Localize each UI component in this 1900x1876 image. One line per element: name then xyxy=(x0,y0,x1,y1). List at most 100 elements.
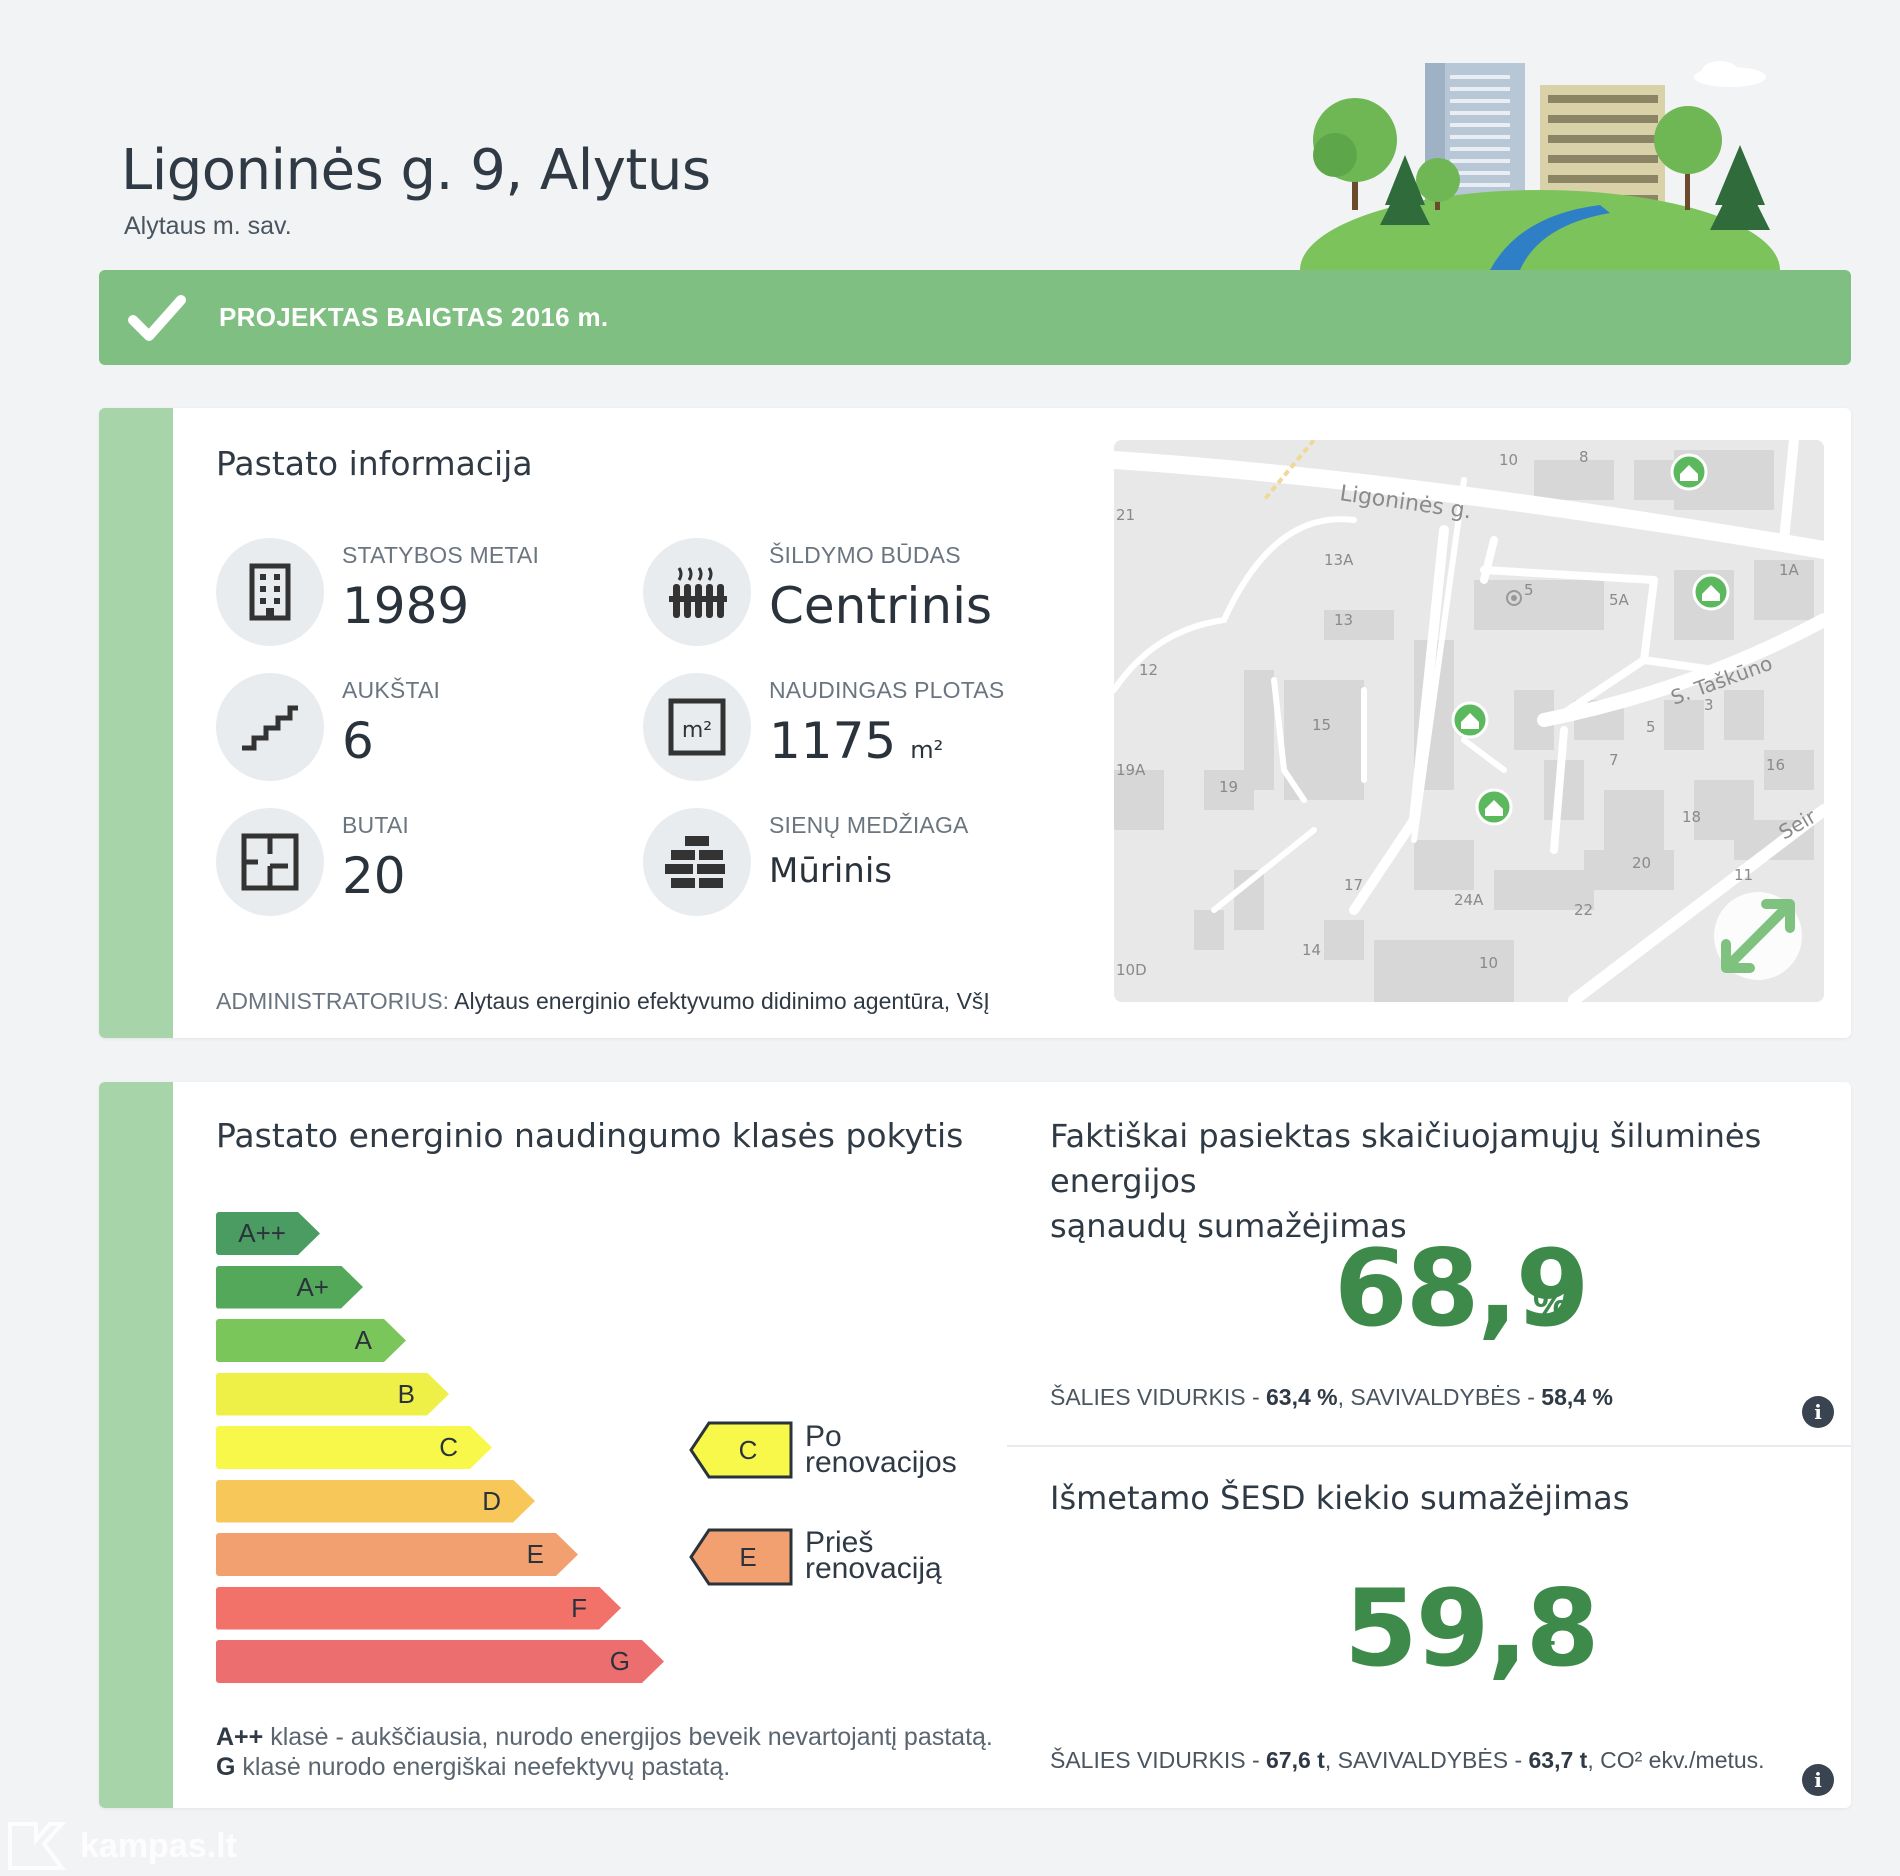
info-value: Mūrinis xyxy=(769,851,893,891)
before-label-line: renovaciją xyxy=(805,1552,942,1585)
emission-title: Išmetamo ŠESD kiekio sumažėjimas xyxy=(1050,1479,1630,1517)
building-info-title: Pastato informacija xyxy=(216,444,533,483)
floorplan-icon xyxy=(216,808,324,916)
before-renovation-label: Prieš renovaciją xyxy=(805,1528,942,1585)
map-house-number: 10 xyxy=(1479,954,1498,972)
page-subtitle: Alytaus m. sav. xyxy=(124,212,292,240)
map-house-number: 12 xyxy=(1139,661,1158,679)
energy-class-bar: B xyxy=(216,1373,449,1416)
info-label: BUTAI xyxy=(342,812,410,838)
svg-text:m²: m² xyxy=(682,718,712,743)
info-value: 20 xyxy=(342,847,406,905)
energy-class-bar: C xyxy=(216,1426,492,1469)
map-house-number: 21 xyxy=(1116,506,1135,524)
building-icon xyxy=(216,538,324,646)
emission-averages: ŠALIES VIDURKIS - 67,6 t, SAVIVALDYBĖS -… xyxy=(1050,1747,1765,1774)
map-house-number: 10 xyxy=(1499,451,1518,469)
note-text: klasė nurodo energiškai neefektyvų pasta… xyxy=(242,1753,731,1781)
avg-value: 63,4 % xyxy=(1266,1384,1338,1410)
map-house-marker-icon[interactable] xyxy=(1670,453,1708,491)
card-accent-stripe xyxy=(99,408,173,1038)
energy-class-title: Pastato energinio naudingumo klasės poky… xyxy=(216,1116,964,1155)
info-label: STATYBOS METAI xyxy=(342,542,540,568)
location-map[interactable]: Ligoninės g. S. Taškūno Seir 10 8 21 13A… xyxy=(1114,440,1824,1002)
page-title: Ligoninės g. 9, Alytus xyxy=(121,138,711,203)
administrator-value: Alytaus energinio efektyvumo didinimo ag… xyxy=(454,988,990,1014)
map-house-number: 10D xyxy=(1116,961,1147,979)
map-house-number: 13A xyxy=(1324,551,1354,569)
before-renovation-marker: E xyxy=(689,1528,793,1586)
map-house-marker-icon[interactable] xyxy=(1692,573,1730,611)
note-text: klasė - aukščiausia, nurodo energijos be… xyxy=(270,1723,993,1751)
energy-class-bar: G xyxy=(216,1640,664,1683)
energy-class-note: A++ klasė - aukščiausia, nurodo energijo… xyxy=(216,1722,993,1782)
title-line: Faktiškai pasiektas skaičiuojamųjų šilum… xyxy=(1050,1117,1762,1200)
map-house-marker-icon[interactable] xyxy=(1451,701,1489,739)
administrator-label: ADMINISTRATORIUS: xyxy=(216,988,449,1014)
after-class-value: C xyxy=(738,1434,758,1465)
energy-class-bar: A+ xyxy=(216,1266,363,1309)
info-label: AUKŠTAI xyxy=(342,677,441,703)
map-house-number: 14 xyxy=(1302,941,1321,959)
map-house-marker-icon[interactable] xyxy=(1475,788,1513,826)
info-value: 6 xyxy=(342,712,374,770)
after-renovation-marker: C xyxy=(689,1421,793,1479)
energy-class-bar: A xyxy=(216,1319,406,1362)
info-area: m² NAUDINGAS PLOTAS 1175 m² xyxy=(643,673,1004,781)
before-class-value: E xyxy=(739,1541,757,1572)
info-build-year: STATYBOS METAI 1989 xyxy=(216,538,539,646)
stairs-icon xyxy=(216,673,324,781)
info-icon[interactable]: i xyxy=(1802,1396,1834,1428)
avg-value: 67,6 t xyxy=(1266,1747,1325,1773)
info-icon[interactable]: i xyxy=(1802,1764,1834,1796)
energy-class-bar: F xyxy=(216,1587,621,1630)
after-renovation-label: Po renovacijos xyxy=(805,1422,957,1479)
map-house-number: 1A xyxy=(1779,561,1800,579)
emission-unit: t xyxy=(1542,1627,1556,1671)
note-bold: A++ xyxy=(216,1723,264,1751)
map-house-number: 7 xyxy=(1609,751,1619,769)
avg-label: ŠALIES VIDURKIS - xyxy=(1050,1384,1267,1410)
expand-map-button[interactable] xyxy=(1714,892,1802,980)
map-house-number: 3 xyxy=(1704,696,1714,714)
city-illustration xyxy=(1290,55,1810,350)
area-value: 1175 xyxy=(769,712,897,770)
info-value: 1989 xyxy=(342,577,470,635)
map-house-number: 5A xyxy=(1609,591,1630,609)
map-house-number: 8 xyxy=(1579,448,1589,466)
map-house-number: 16 xyxy=(1766,756,1785,774)
kampas-logo-icon xyxy=(8,1822,66,1870)
info-label: ŠILDYMO BŪDAS xyxy=(769,542,961,568)
info-heating: ŠILDYMO BŪDAS Centrinis xyxy=(643,538,992,646)
watermark: kampas.lt xyxy=(6,1820,237,1872)
map-house-number: 22 xyxy=(1574,901,1593,919)
energy-card: Pastato energinio naudingumo klasės poky… xyxy=(99,1082,1851,1808)
map-house-number: 17 xyxy=(1344,876,1363,894)
after-label-line: renovacijos xyxy=(805,1446,957,1479)
avg-label: ŠALIES VIDURKIS - xyxy=(1050,1747,1267,1773)
map-house-number: 24A xyxy=(1454,891,1484,909)
map-house-number: 5 xyxy=(1646,718,1656,736)
expand-icon xyxy=(1721,899,1795,973)
map-house-number: 19A xyxy=(1116,761,1146,779)
energy-class-bar: D xyxy=(216,1480,535,1523)
info-value: 1175 m² xyxy=(769,712,1004,770)
info-label: SIENŲ MEDŽIAGA xyxy=(769,812,969,838)
avg-label: , CO² ekv./metus. xyxy=(1587,1747,1765,1773)
administrator-line: ADMINISTRATORIUS: Alytaus energinio efek… xyxy=(216,988,990,1015)
avg-value: 58,4 % xyxy=(1541,1384,1613,1410)
avg-label: , SAVIVALDYBĖS - xyxy=(1337,1384,1542,1410)
radiator-icon xyxy=(643,538,751,646)
info-floors: AUKŠTAI 6 xyxy=(216,673,440,781)
avg-label: , SAVIVALDYBĖS - xyxy=(1324,1747,1529,1773)
area-icon: m² xyxy=(643,673,751,781)
map-house-number: 15 xyxy=(1312,716,1331,734)
map-house-number: 20 xyxy=(1632,854,1651,872)
avg-value: 63,7 t xyxy=(1528,1747,1588,1773)
status-banner: PROJEKTAS BAIGTAS 2016 m. xyxy=(99,270,1851,365)
watermark-text: kampas.lt xyxy=(80,1826,237,1865)
area-unit: m² xyxy=(910,736,944,764)
info-label: NAUDINGAS PLOTAS xyxy=(769,677,1005,703)
building-info-card: Pastato informacija STATYBOS METAI 1989 xyxy=(99,408,1851,1038)
map-house-number: 13 xyxy=(1334,611,1353,629)
